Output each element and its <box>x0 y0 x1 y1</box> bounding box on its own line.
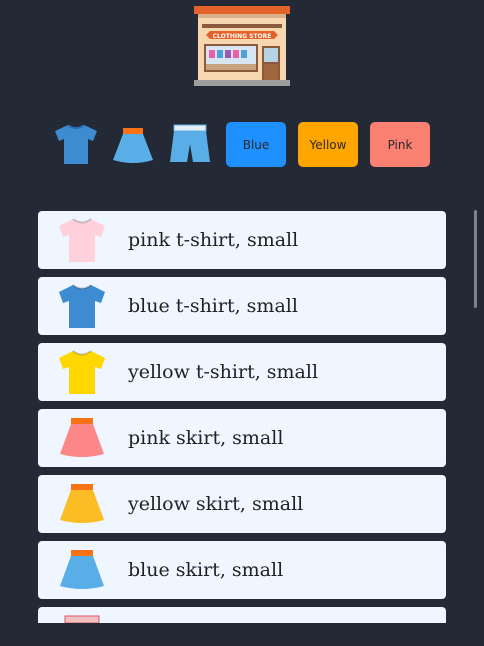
product-list[interactable]: pink t-shirt, small blue t-shirt, small ye… <box>38 211 448 623</box>
product-label: pink skirt, small <box>128 427 284 449</box>
skirt-icon[interactable] <box>109 122 157 166</box>
product-label: pink t-shirt, small <box>128 229 299 251</box>
clothing-store-icon: CLOTHING STORE <box>192 4 292 88</box>
product-card[interactable]: blue skirt, small <box>38 541 446 599</box>
t-shirt-icon <box>56 216 108 264</box>
product-card[interactable]: yellow t-shirt, small <box>38 343 446 401</box>
filter-pink-button[interactable]: Pink <box>370 122 430 167</box>
product-card[interactable]: blue t-shirt, small <box>38 277 446 335</box>
product-label: blue skirt, small <box>128 559 284 581</box>
product-card[interactable] <box>38 607 446 623</box>
store-sign-text: CLOTHING STORE <box>213 33 272 40</box>
product-card[interactable]: pink skirt, small <box>38 409 446 467</box>
product-card[interactable]: pink t-shirt, small <box>38 211 446 269</box>
product-card[interactable]: yellow skirt, small <box>38 475 446 533</box>
product-label: blue t-shirt, small <box>128 295 298 317</box>
t-shirt-icon[interactable] <box>52 122 100 166</box>
shorts-icon <box>56 612 108 623</box>
filter-bar: Blue Yellow Pink <box>0 120 484 170</box>
skirt-icon <box>56 480 108 528</box>
t-shirt-icon <box>56 282 108 330</box>
skirt-icon <box>56 414 108 462</box>
product-label: yellow t-shirt, small <box>128 361 319 383</box>
shorts-icon[interactable] <box>166 122 214 166</box>
list-scrollbar[interactable] <box>474 210 477 308</box>
skirt-icon <box>56 546 108 594</box>
t-shirt-icon <box>56 348 108 396</box>
filter-yellow-button[interactable]: Yellow <box>298 122 358 167</box>
filter-blue-button[interactable]: Blue <box>226 122 286 167</box>
product-label: yellow skirt, small <box>128 493 304 515</box>
